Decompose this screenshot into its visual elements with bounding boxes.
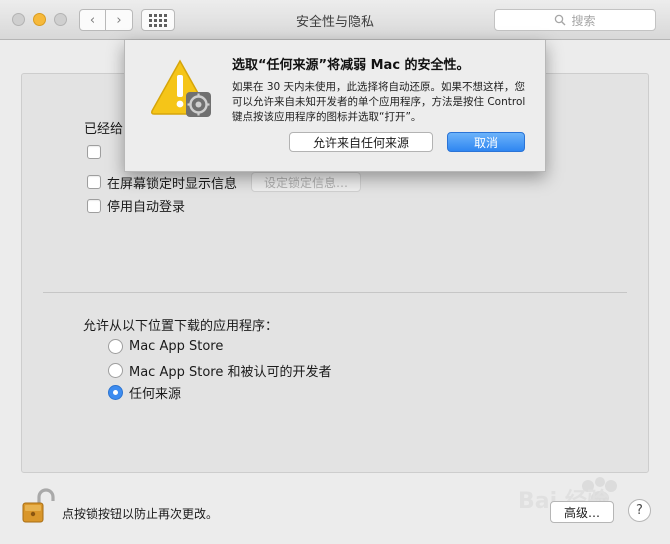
disable-autologin-label: 停用自动登录 bbox=[107, 200, 186, 215]
radio-identified-developers[interactable]: Mac App Store 和被认可的开发者 bbox=[108, 361, 331, 380]
general-heading: 已经给 bbox=[84, 122, 124, 137]
cancel-button[interactable]: 取消 bbox=[447, 132, 525, 152]
radio-label: Mac App Store 和被认可的开发者 bbox=[129, 365, 332, 380]
alert-sheet: 选取“任何来源”将减弱 Mac 的安全性。 如果在 30 天内未使用，此选择将自… bbox=[124, 40, 546, 172]
radio-anywhere[interactable]: 任何来源 bbox=[108, 383, 181, 402]
advanced-button[interactable]: 高级… bbox=[550, 501, 614, 523]
padlock-open-icon[interactable] bbox=[21, 488, 55, 524]
radio-button[interactable] bbox=[108, 363, 123, 378]
allow-from-anywhere-button[interactable]: 允许来自任何来源 bbox=[289, 132, 433, 152]
help-button[interactable]: ? bbox=[628, 499, 651, 522]
download-heading: 允许从以下位置下载的应用程序： bbox=[83, 319, 279, 334]
preferences-window: ‹ › 安全性与隐私 搜索 已经给 在屏幕锁定时显示信息 设定锁定信息… 停用自… bbox=[0, 0, 670, 544]
radio-button[interactable] bbox=[108, 339, 123, 354]
checkbox[interactable] bbox=[87, 145, 101, 159]
radio-mac-app-store[interactable]: Mac App Store bbox=[108, 339, 223, 354]
radio-label: 任何来源 bbox=[129, 387, 182, 402]
search-placeholder: 搜索 bbox=[571, 13, 596, 28]
section-divider bbox=[43, 292, 627, 293]
warning-icon bbox=[151, 59, 211, 117]
title-bar: ‹ › 安全性与隐私 搜索 bbox=[0, 0, 670, 40]
checkbox-row-disable-autologin[interactable]: 停用自动登录 bbox=[87, 196, 185, 215]
disable-autologin-checkbox[interactable] bbox=[87, 198, 101, 213]
search-icon bbox=[555, 14, 566, 26]
alert-title: 选取“任何来源”将减弱 Mac 的安全性。 bbox=[232, 58, 470, 73]
show-message-checkbox[interactable] bbox=[87, 175, 101, 189]
set-lock-message-button[interactable]: 设定锁定信息… bbox=[251, 172, 362, 192]
search-field[interactable]: 搜索 bbox=[494, 9, 656, 31]
radio-button-selected[interactable] bbox=[108, 385, 123, 400]
lock-instruction-text: 点按锁按钮以防止再次更改。 bbox=[62, 507, 219, 521]
alert-message: 如果在 30 天内未使用，此选择将自动还原。如果不想这样，您可以允许来自未知开发… bbox=[232, 81, 526, 123]
show-message-label: 在屏幕锁定时显示信息 bbox=[107, 176, 238, 192]
radio-label: Mac App Store bbox=[129, 339, 224, 354]
checkbox-row-show-message[interactable]: 在屏幕锁定时显示信息 设定锁定信息… bbox=[87, 172, 362, 192]
checkbox-row-hidden[interactable] bbox=[87, 145, 107, 159]
